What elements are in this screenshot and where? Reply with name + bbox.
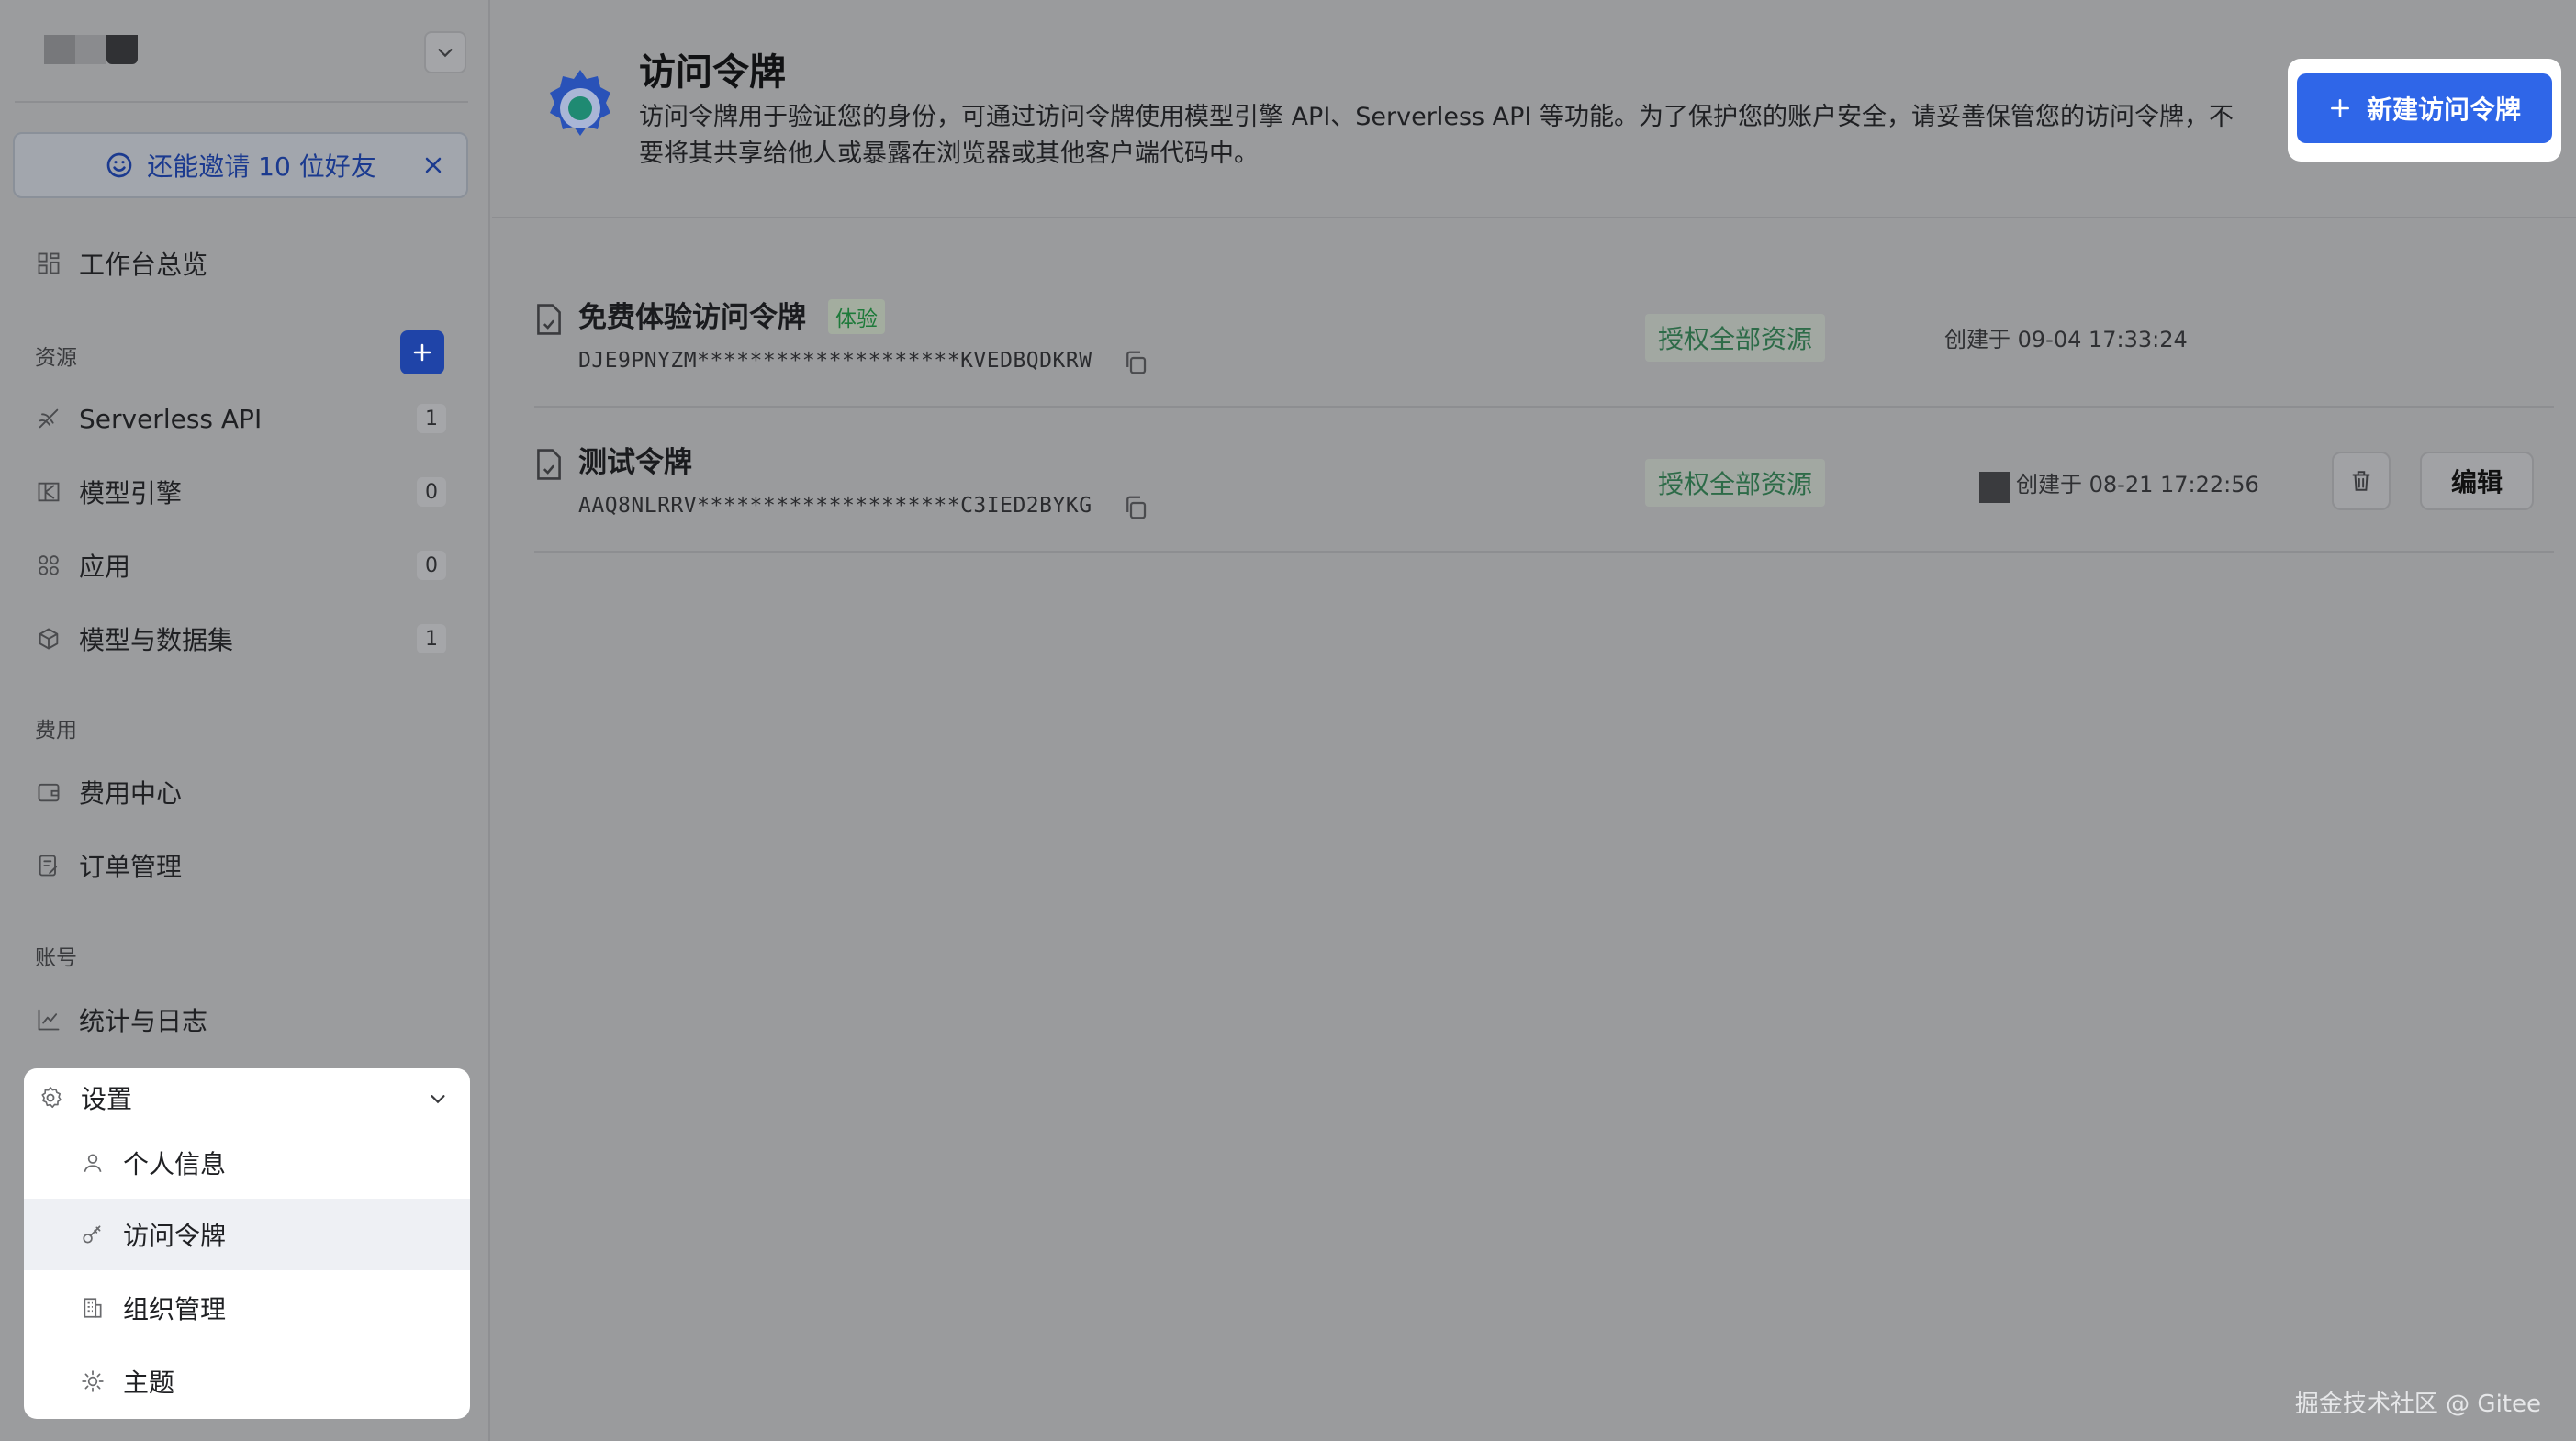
sidebar-item-label: 订单管理 bbox=[79, 852, 183, 882]
sidebar-item-label: 统计与日志 bbox=[79, 1006, 208, 1036]
new-button-label: 新建访问令牌 bbox=[2366, 95, 2521, 125]
sidebar-item-label: 模型引擎 bbox=[79, 478, 183, 508]
user-icon bbox=[77, 1147, 108, 1178]
add-resource-button[interactable] bbox=[400, 330, 444, 374]
trash-icon bbox=[2352, 471, 2370, 491]
sidebar-item-label: Serverless API bbox=[79, 403, 263, 434]
sidebar-item-overview[interactable]: 工作台总览 bbox=[33, 238, 455, 289]
sidebar-item-apps[interactable]: 应用 0 bbox=[33, 540, 455, 591]
watermark: 掘金技术社区 @ Gitee bbox=[2294, 1391, 2541, 1418]
engine-icon bbox=[33, 476, 64, 508]
new-token-highlight: 新建访问令牌 bbox=[2288, 59, 2561, 162]
chevron-down-icon bbox=[438, 49, 453, 58]
key-icon bbox=[77, 1219, 108, 1250]
edit-token-button[interactable]: 编辑 bbox=[2420, 452, 2534, 510]
trial-badge: 体验 bbox=[828, 299, 885, 334]
sidebar-item-label: 应用 bbox=[79, 552, 131, 582]
token-name: 免费体验访问令牌 bbox=[578, 301, 806, 334]
token-row: 测试令牌 AAQ8NLRRV********************C3IED2… bbox=[534, 408, 2554, 553]
plus-icon bbox=[2328, 96, 2352, 120]
new-access-token-button[interactable]: 新建访问令牌 bbox=[2297, 73, 2552, 143]
token-value: AAQ8NLRRV********************C3IED2BYKG bbox=[578, 494, 1092, 518]
invite-banner[interactable]: 还能邀请 10 位好友 bbox=[13, 132, 468, 198]
sidebar-item-orders[interactable]: 订单管理 bbox=[33, 840, 455, 891]
settings-item-label: 主题 bbox=[123, 1368, 175, 1398]
sidebar-item-label: 费用中心 bbox=[79, 778, 183, 809]
copy-icon[interactable] bbox=[1122, 349, 1149, 376]
settings-menu: 设置 个人信息 访问令牌 组织管理 主题 bbox=[24, 1068, 470, 1419]
sun-icon bbox=[77, 1366, 108, 1397]
page-title: 访问令牌 bbox=[639, 51, 786, 94]
count-badge: 0 bbox=[417, 551, 446, 580]
invite-text: 还能邀请 10 位好友 bbox=[147, 151, 376, 182]
gear-icon bbox=[35, 1082, 66, 1113]
sidebar-item-serverless-api[interactable]: Serverless API 1 bbox=[33, 393, 455, 444]
close-invite-button[interactable] bbox=[417, 149, 450, 182]
scope-badge: 授权全部资源 bbox=[1645, 459, 1826, 507]
order-icon bbox=[33, 850, 64, 881]
section-label-billing: 费用 bbox=[35, 719, 77, 743]
serverless-icon bbox=[33, 403, 64, 434]
plus-icon bbox=[413, 343, 431, 362]
cube-icon bbox=[33, 623, 64, 654]
count-badge: 1 bbox=[417, 404, 446, 433]
smile-icon bbox=[106, 152, 132, 178]
sidebar-item-billing-center[interactable]: 费用中心 bbox=[33, 766, 455, 818]
settings-item-theme[interactable]: 主题 bbox=[24, 1346, 470, 1417]
document-icon bbox=[537, 449, 561, 480]
page-description: 访问令牌用于验证您的身份，可通过访问令牌使用模型引擎 API、Serverles… bbox=[639, 103, 2234, 168]
sidebar-item-settings[interactable]: 设置 bbox=[24, 1068, 470, 1127]
count-badge: 0 bbox=[417, 477, 446, 507]
chart-line-icon bbox=[33, 1004, 64, 1035]
settings-item-profile[interactable]: 个人信息 bbox=[24, 1127, 470, 1199]
sidebar-item-models-datasets[interactable]: 模型与数据集 1 bbox=[33, 613, 455, 665]
document-icon bbox=[537, 304, 561, 335]
redacted-block bbox=[1979, 472, 2010, 503]
settings-item-organization[interactable]: 组织管理 bbox=[24, 1272, 470, 1344]
section-label-resources: 资源 bbox=[35, 346, 77, 370]
sidebar: 还能邀请 10 位好友 工作台总览 资源 Serverless API 1 模型… bbox=[0, 0, 490, 1441]
workspace-switcher bbox=[44, 31, 466, 90]
chevron-down-icon bbox=[431, 1095, 445, 1104]
token-name: 测试令牌 bbox=[578, 446, 692, 479]
settings-item-label: 访问令牌 bbox=[123, 1221, 227, 1251]
count-badge: 1 bbox=[417, 624, 446, 653]
sidebar-item-model-engine[interactable]: 模型引擎 0 bbox=[33, 466, 455, 518]
settings-item-label: 个人信息 bbox=[123, 1149, 227, 1179]
delete-token-button[interactable] bbox=[2332, 452, 2391, 510]
gear-logo-icon bbox=[550, 70, 610, 136]
copy-icon[interactable] bbox=[1122, 494, 1149, 521]
settings-item-label: 组织管理 bbox=[123, 1294, 227, 1324]
workspace-dropdown-button[interactable] bbox=[424, 31, 466, 73]
settings-item-access-tokens[interactable]: 访问令牌 bbox=[24, 1199, 470, 1270]
created-time: 创建于 09-04 17:33:24 bbox=[1944, 327, 2188, 352]
apps-icon bbox=[33, 550, 64, 581]
sidebar-divider bbox=[15, 101, 468, 103]
grid-icon bbox=[33, 248, 64, 279]
sidebar-item-label: 模型与数据集 bbox=[79, 625, 234, 655]
token-value: DJE9PNYZM********************KVEDBQDKRW bbox=[578, 349, 1092, 373]
workspace-logo bbox=[44, 35, 138, 64]
created-time: 创建于 08-21 17:22:56 bbox=[2016, 472, 2259, 497]
section-label-account: 账号 bbox=[35, 946, 77, 970]
wallet-icon bbox=[33, 776, 64, 808]
token-row: 免费体验访问令牌 体验 DJE9PNYZM*******************… bbox=[534, 263, 2554, 408]
sidebar-item-label: 设置 bbox=[81, 1084, 133, 1114]
page-header: 访问令牌 访问令牌用于验证您的身份，可通过访问令牌使用模型引擎 API、Serv… bbox=[492, 0, 2576, 218]
close-icon bbox=[425, 157, 442, 173]
scope-badge: 授权全部资源 bbox=[1645, 314, 1826, 362]
building-icon bbox=[77, 1292, 108, 1324]
sidebar-item-stats-logs[interactable]: 统计与日志 bbox=[33, 994, 455, 1045]
sidebar-item-label: 工作台总览 bbox=[79, 250, 208, 280]
